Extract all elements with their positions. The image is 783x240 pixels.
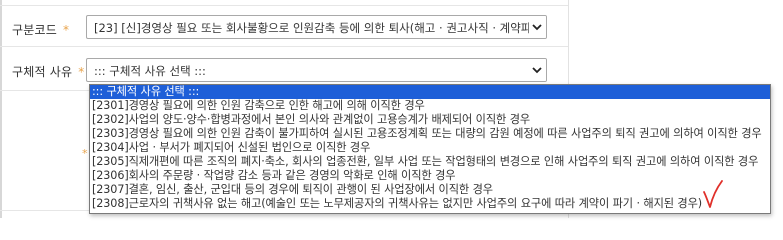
chevron-down-icon xyxy=(529,59,546,81)
row-divider xyxy=(0,5,568,6)
specific-reason-select[interactable]: ::: 구체적 사유 선택 ::: xyxy=(86,58,547,82)
required-mark: * xyxy=(62,23,70,37)
specific-reason-label: 구체적 사유 * xyxy=(12,63,84,80)
specific-reason-value: ::: 구체적 사유 선택 ::: xyxy=(94,64,206,78)
specific-reason-label-text: 구체적 사유 xyxy=(12,65,73,79)
checkmark-annotation-icon xyxy=(703,180,723,208)
dropdown-option[interactable]: [2306]회사의 주문량 · 작업량 감소 등과 같은 경영의 악화로 인해 … xyxy=(90,169,770,183)
category-code-label: 구분코드 * xyxy=(12,21,69,38)
row-divider xyxy=(0,46,568,47)
dropdown-option[interactable]: [2303]경영상 필요에 의한 인원 감축이 불가피하여 실시된 고용조정계획… xyxy=(90,127,770,141)
chevron-down-icon xyxy=(529,16,546,38)
specific-reason-dropdown-list[interactable]: ::: 구체적 사유 선택 ::: [2301]경영상 필요에 의한 인원 감축… xyxy=(89,84,771,214)
category-code-label-text: 구분코드 xyxy=(12,23,57,37)
dropdown-option[interactable]: [2304]사업 · 부서가 폐지되어 신설된 법인으로 이직한 경우 xyxy=(90,141,770,155)
dropdown-option[interactable]: ::: 구체적 사유 선택 ::: xyxy=(90,85,770,99)
dropdown-option[interactable]: [2308]근로자의 귀책사유 없는 해고(예술인 또는 노무제공자의 귀책사유… xyxy=(90,197,770,211)
category-code-select[interactable]: [23] [신]경영상 필요 또는 회사불황으로 인원감축 등에 의한 퇴사(해… xyxy=(86,15,547,39)
required-mark: * xyxy=(82,147,88,160)
dropdown-option[interactable]: [2307]결혼, 임신, 출산, 군입대 등의 경우에 퇴직이 관행이 된 사… xyxy=(90,183,770,197)
dropdown-option[interactable]: [2301]경영상 필요에 의한 인원 감축으로 인한 해고에 의해 이직한 경… xyxy=(90,99,770,113)
form-left-border xyxy=(0,0,2,218)
dropdown-option[interactable]: [2305]직제개편에 따른 조직의 폐지·축소, 회사의 업종전환, 일부 사… xyxy=(90,155,770,169)
category-code-value: [23] [신]경영상 필요 또는 회사불황으로 인원감축 등에 의한 퇴사(해… xyxy=(94,21,534,35)
required-mark: * xyxy=(78,65,85,79)
dropdown-option[interactable]: [2302]사업의 양도·양수·합병과정에서 본인 의사와 관계없이 고용승계가… xyxy=(90,113,770,127)
